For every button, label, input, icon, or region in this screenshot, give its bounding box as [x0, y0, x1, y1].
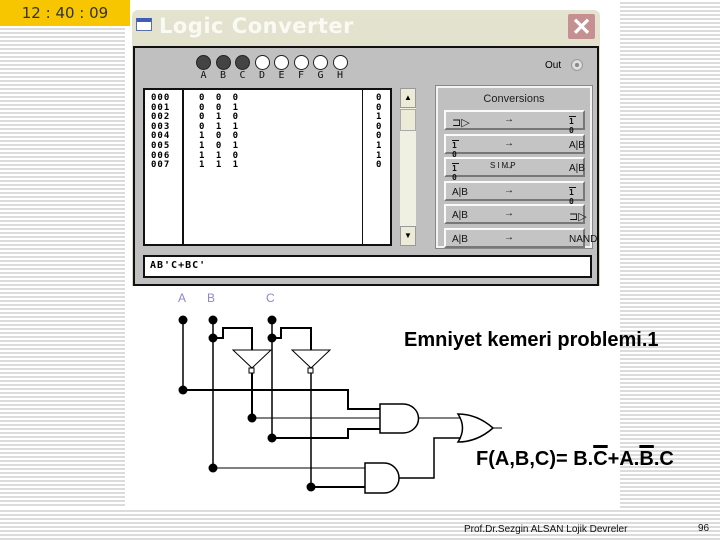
simp-label: SIMP — [490, 161, 518, 170]
expression-icon: A|B — [452, 210, 468, 221]
expression-icon: A|B — [452, 186, 468, 198]
truth-table-scrollbar[interactable]: ▲ ▼ — [400, 88, 416, 246]
arrow-right-icon: → — [504, 137, 514, 149]
input-terminal-h[interactable] — [332, 55, 348, 70]
input-label-b: B — [219, 70, 227, 81]
arrow-up-icon: ▲ — [404, 93, 412, 102]
arrow-right-icon: → — [504, 114, 514, 125]
expression-to-circuit-button[interactable]: A|B → ⊐▷ — [444, 204, 587, 224]
input-label-h: H — [336, 70, 344, 81]
close-button[interactable]: ✕ — [567, 13, 596, 41]
circuit-label-a: A — [178, 291, 187, 305]
conversions-title: Conversions — [483, 93, 545, 105]
window-body: A B C D E F G H Out 000 001 002 003 004 005 006 007 0 … — [133, 46, 599, 286]
truth-table-output-column: 00100110 — [376, 93, 382, 171]
expression-to-nand-button[interactable]: A|B → NAND — [444, 227, 597, 248]
truth-table-index-column: 000 001 002 003 004 005 006 007 — [151, 93, 171, 171]
arrow-right-icon: → — [504, 184, 514, 196]
truth-table-to-simplified-expression-button[interactable]: 1 0 | 1→SIMPA|B — [444, 157, 585, 200]
expression-icon: A|B — [452, 233, 468, 245]
expression-to-truth-table-button[interactable]: A|B→1 0 | 1 — [444, 180, 585, 224]
gate-icon: ⊐▷ — [452, 117, 470, 129]
input-terminal-a[interactable] — [196, 55, 211, 70]
slide-footer: Prof.Dr.Sezgin ALSAN Lojik Devreler — [464, 524, 628, 535]
close-icon: ✕ — [571, 14, 592, 41]
out-label: Out — [545, 60, 562, 71]
circuit-label-c: C — [266, 291, 275, 305]
conversions-panel: Conversions ⊐▷→1 0 | 11 0 | 1→A|B1 0 | 1… — [435, 85, 597, 249]
truth-table-input-columns: 0 0 00 0 10 1 00 1 11 0 01 0 11 1 01 1 1 — [199, 93, 239, 171]
out-terminal[interactable] — [571, 59, 583, 71]
expression-icon: A|B — [569, 163, 585, 174]
input-label-a: A — [200, 70, 207, 81]
input-terminal-b[interactable] — [215, 55, 231, 70]
circuit-label-b: B — [207, 291, 216, 305]
truth-table-cell: 0 — [376, 160, 382, 171]
formula-part: F(A,B,C)= B. — [476, 448, 594, 470]
arrow-right-icon: → — [504, 231, 514, 243]
slide-heading: Emniyet kemeri problemi.1 — [404, 329, 659, 351]
truth-table-divider — [362, 90, 363, 244]
window-title: Logic Converter — [159, 14, 355, 38]
input-label-g: G — [317, 70, 324, 81]
truth-table-cell: 007 — [151, 160, 171, 171]
expression-field[interactable]: AB'C+BC' — [143, 255, 592, 278]
input-label-d: D — [258, 70, 266, 81]
page-number: 96 — [698, 523, 710, 534]
input-terminal-c[interactable] — [235, 55, 250, 70]
expression-icon: NAND — [569, 233, 598, 245]
input-label-c: C — [239, 70, 246, 81]
truth-table-divider — [182, 90, 184, 244]
formula-c-complement: C — [593, 448, 608, 470]
truth-table-cell: 1 1 1 — [199, 160, 239, 171]
arrow-down-icon: ▼ — [404, 231, 412, 240]
input-terminal-f[interactable] — [293, 55, 309, 70]
scroll-up-button[interactable]: ▲ — [400, 88, 416, 108]
truth-table[interactable]: 000 001 002 003 004 005 006 007 0 0 00 0 10 1 0… — [143, 88, 392, 246]
truth-table-to-expression-button[interactable]: 1 0 | 1→A|B — [444, 133, 585, 177]
input-terminal-g[interactable] — [313, 55, 328, 70]
scroll-thumb[interactable] — [400, 109, 416, 131]
arrow-right-icon: → — [504, 208, 514, 219]
formula-part: +A. — [607, 448, 640, 470]
logic-converter-window: Logic Converter ✕ A B C D E F G H Out 000 001 002… — [132, 10, 600, 286]
input-label-f: F — [297, 70, 305, 81]
clock: 12 : 40 : 09 — [0, 0, 130, 26]
gate-icon: ⊐▷ — [569, 211, 587, 223]
window-icon — [136, 18, 152, 31]
formula-part: .C — [653, 448, 674, 470]
expression-icon: A|B — [569, 139, 585, 151]
input-label-e: E — [278, 70, 285, 81]
scroll-down-button[interactable]: ▼ — [400, 226, 416, 246]
input-terminal-e[interactable] — [274, 55, 289, 70]
formula-b-complement: B — [639, 448, 654, 470]
circuit-to-truth-table-button[interactable]: ⊐▷→1 0 | 1 — [444, 110, 585, 153]
slide-formula: F(A,B,C)= B.C+A.B.C — [476, 448, 674, 471]
input-terminal-d[interactable] — [254, 55, 270, 70]
background-stripes-left — [0, 26, 125, 540]
